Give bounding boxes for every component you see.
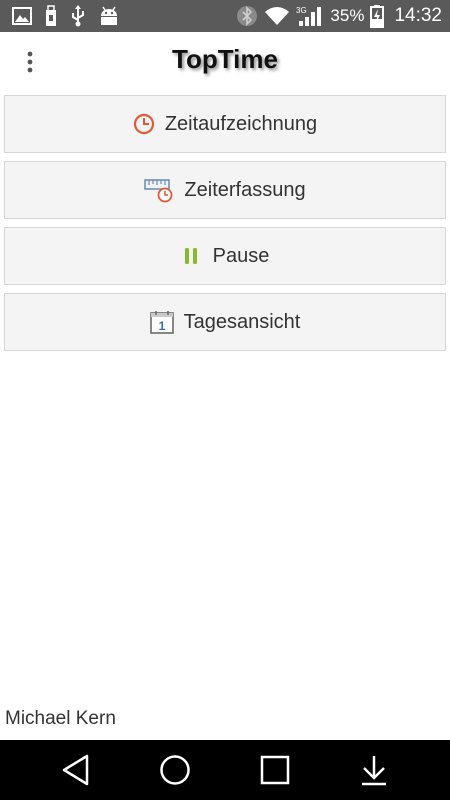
home-icon [160,755,190,785]
battery-percent: 35% [330,6,365,25]
status-bar: 3G 35% 14:32 [0,0,450,32]
tagesansicht-label: Tagesansicht [183,310,301,333]
app-title: TopTime [172,44,278,74]
bluetooth-icon [236,5,258,27]
zeitaufzeichnung-label: Zeitaufzeichnung [164,112,318,135]
zeiterfassung-label: Zeiterfassung [184,178,306,201]
tagesansicht-button[interactable]: 1 Tagesansicht [4,293,446,351]
back-button[interactable] [56,750,96,790]
battery-charging-icon [370,4,385,28]
network-3g-icon: 3G [296,5,324,27]
ruler-clock-icon [144,177,174,203]
usb-icon [70,5,86,27]
gallery-icon [12,7,32,25]
status-right-icons: 3G 35% 14:32 [236,4,442,28]
navigation-bar [0,740,450,800]
recents-icon [260,755,289,785]
wifi-icon [264,6,290,26]
clock-icon [133,113,155,135]
back-icon [62,754,88,786]
main-menu: Zeitaufzeichnung Zeiterfassung Pause 1 T… [4,95,446,359]
android-debug-icon [98,6,120,26]
status-time: 14:32 [394,5,442,26]
recents-button[interactable] [255,750,295,790]
usb-storage-icon [44,5,58,27]
network-type-label: 3G [296,6,307,15]
zeiterfassung-button[interactable]: Zeiterfassung [4,161,446,219]
user-name: Michael Kern [5,708,116,729]
arrow-down-icon [362,756,387,786]
pause-button[interactable]: Pause [4,227,446,285]
zeitaufzeichnung-button[interactable]: Zeitaufzeichnung [4,95,446,153]
status-left-icons [12,5,120,27]
home-button[interactable] [155,750,195,790]
pause-label: Pause [212,244,270,267]
notifications-down-button[interactable] [354,750,394,790]
calendar-icon: 1 [149,310,174,334]
pause-icon [181,246,203,266]
calendar-icon-day: 1 [158,319,165,333]
app-bar: TopTime [0,32,450,92]
